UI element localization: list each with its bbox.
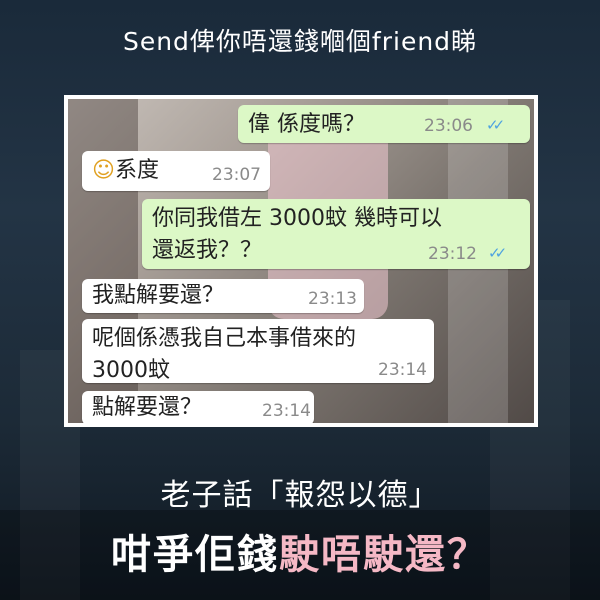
message-time: 23:07 [212, 165, 261, 185]
caption-line-1: 老子話「報怨以德」 [160, 478, 440, 513]
chat-background-photo: 偉 係度嗎？ 23:06 ✓✓ ☺系度 23:07 你同我借左 3000蚊 幾時… [68, 99, 534, 423]
message-bubble-outgoing: 你同我借左 3000蚊 幾時可以 還返我？？ 23:12 ✓✓ [142, 199, 530, 269]
smile-emoji-icon: ☺ [92, 158, 115, 183]
message-time: 23:12 [428, 244, 477, 264]
caption-line-2-white: 咁爭佢錢 [111, 532, 279, 578]
message-bubble-outgoing: 偉 係度嗎？ 23:06 ✓✓ [238, 105, 530, 143]
message-time: 23:14 [262, 401, 311, 421]
read-receipt-icon: ✓✓ [488, 244, 507, 262]
message-time: 23:06 [424, 116, 473, 136]
message-bubble-incoming: 點解要還？ 23:14 [82, 391, 314, 423]
message-content: ☺系度 [92, 155, 159, 187]
message-time: 23:14 [378, 360, 427, 380]
caption-line-2: 咁爭佢錢駛唔駛還？ [0, 522, 600, 580]
message-text: 點解要還？ [92, 395, 203, 420]
message-text: 你同我借左 3000蚊 幾時可以 還返我？？ [152, 206, 442, 263]
caption-line-2-pink: 駛唔駛還？ [279, 532, 489, 578]
read-receipt-icon: ✓✓ [486, 116, 505, 134]
chat-screenshot: 偉 係度嗎？ 23:06 ✓✓ ☺系度 23:07 你同我借左 3000蚊 幾時… [64, 95, 538, 427]
message-text: 呢個係憑我自己本事借來的 3000蚊 [92, 326, 357, 383]
message-bubble-incoming: ☺系度 23:07 [82, 151, 270, 191]
message-time: 23:13 [308, 289, 357, 309]
header-title: Send俾你唔還錢嗰個friend睇 [122, 27, 478, 56]
message-bubble-incoming: 我點解要還？ 23:13 [82, 279, 364, 313]
message-text: 我點解要還？ [92, 283, 225, 308]
message-text: 偉 係度嗎？ [248, 112, 365, 137]
message-text: 系度 [114, 158, 159, 183]
message-bubble-incoming: 呢個係憑我自己本事借來的 3000蚊 23:14 [82, 319, 434, 383]
